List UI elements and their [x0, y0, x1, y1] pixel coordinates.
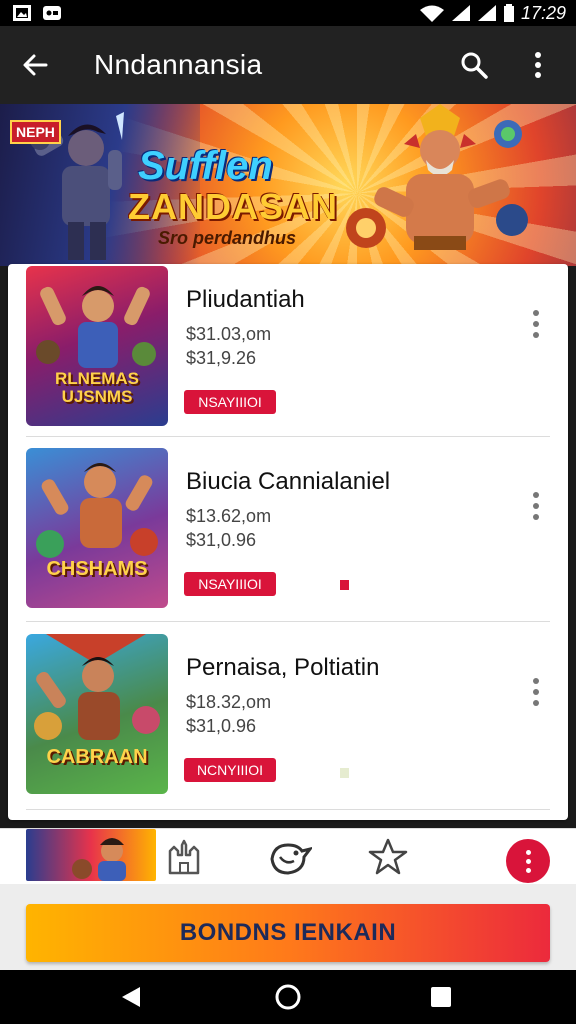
game-price-secondary: $31,0.96: [186, 716, 257, 736]
banner-headline-2: ZANDASAN: [128, 186, 338, 227]
status-badge[interactable]: NSAYIIIOI: [184, 390, 276, 414]
game-price-secondary: $31,0.96: [186, 530, 257, 550]
game-price: $31.03,om: [186, 324, 272, 344]
divider: [26, 809, 550, 810]
gamepad-icon: [42, 4, 62, 22]
bottom-nav: [0, 828, 576, 884]
list-item[interactable]: RLNEMAS UJSNMS Pliudantiah $31.03,om $31…: [26, 266, 550, 430]
cta-area: BONDNS IENKAIN: [0, 884, 576, 970]
status-badge[interactable]: NCNYIIIOI: [184, 758, 276, 782]
item-more-button[interactable]: [524, 672, 548, 712]
back-triangle-icon: [122, 987, 140, 1007]
nav-favorites-button[interactable]: [364, 833, 412, 881]
game-price: $18.32,om: [186, 692, 272, 712]
list-item[interactable]: CABRAAN Pernaisa, Poltiatin $18.32,om $3…: [26, 634, 550, 798]
wifi-icon: [419, 4, 445, 22]
game-thumbnail: CABRAAN: [26, 634, 168, 794]
game-name: Pernaisa, Poltiatin: [186, 654, 380, 681]
page-title: Nndannansia: [94, 49, 263, 80]
overflow-menu-button[interactable]: [506, 26, 570, 104]
nav-castle-button[interactable]: [160, 833, 208, 881]
game-price-secondary: $31,9.26: [186, 348, 257, 368]
banner-subtitle: Sro perdandhus: [158, 228, 297, 248]
status-badge[interactable]: NSAYIIIOI: [184, 572, 276, 596]
search-icon: [461, 52, 488, 79]
promo-banner[interactable]: NEPH Sufflen ZANDASAN Sro perdandhus: [0, 104, 576, 266]
divider: [26, 436, 550, 437]
image-icon: [12, 4, 32, 22]
item-more-button[interactable]: [524, 304, 548, 344]
app-bar: Nndannansia: [0, 26, 576, 104]
more-vertical-icon: [535, 52, 541, 78]
game-price: $13.62,om: [186, 506, 272, 526]
arrow-left-icon: [23, 54, 48, 76]
signal-icon: [477, 4, 497, 22]
thumbnail-title: RLNEMAS UJSNMS: [54, 369, 140, 406]
nav-game-thumbnail[interactable]: [26, 829, 156, 881]
banner-headline: Sufflen: [138, 144, 273, 188]
more-vertical-icon: [525, 849, 531, 855]
nav-bird-button[interactable]: [266, 833, 314, 881]
recents-square-icon: [431, 987, 451, 1007]
status-bar: 17:29: [0, 0, 576, 26]
home-circle-icon: [275, 984, 301, 1010]
game-name: Pliudantiah: [186, 286, 305, 313]
divider: [26, 621, 550, 622]
search-button[interactable]: [442, 26, 506, 104]
game-thumbnail: RLNEMAS UJSNMS: [26, 266, 168, 426]
indicator-dot: [340, 580, 349, 590]
castle-icon: [168, 839, 200, 875]
game-thumbnail: CHSHAMS: [26, 448, 168, 608]
item-more-button[interactable]: [524, 486, 548, 526]
list-item[interactable]: CHSHAMS Biucia Cannialaniel $13.62,om $3…: [26, 448, 550, 612]
system-recents-button[interactable]: [426, 982, 456, 1012]
back-button[interactable]: [0, 26, 70, 104]
star-icon: [368, 838, 408, 875]
banner-tag: NEPH: [10, 120, 61, 144]
thumbnail-title: CABRAAN: [46, 746, 148, 768]
game-list-card: RLNEMAS UJSNMS Pliudantiah $31.03,om $31…: [8, 264, 568, 820]
status-time: 17:29: [520, 2, 566, 23]
fab-more-button[interactable]: [506, 839, 550, 883]
system-back-button[interactable]: [116, 982, 146, 1012]
game-name: Biucia Cannialaniel: [186, 468, 391, 495]
hero-warrior-right: [346, 104, 528, 250]
system-home-button[interactable]: [273, 982, 303, 1012]
bird-icon: [270, 843, 312, 875]
indicator-dot: [340, 768, 349, 778]
battery-icon: [503, 4, 515, 22]
system-nav-bar: [0, 970, 576, 1024]
thumbnail-title: CHSHAMS: [46, 558, 148, 580]
primary-cta-button[interactable]: BONDNS IENKAIN: [26, 904, 550, 962]
signal-icon: [451, 4, 471, 22]
